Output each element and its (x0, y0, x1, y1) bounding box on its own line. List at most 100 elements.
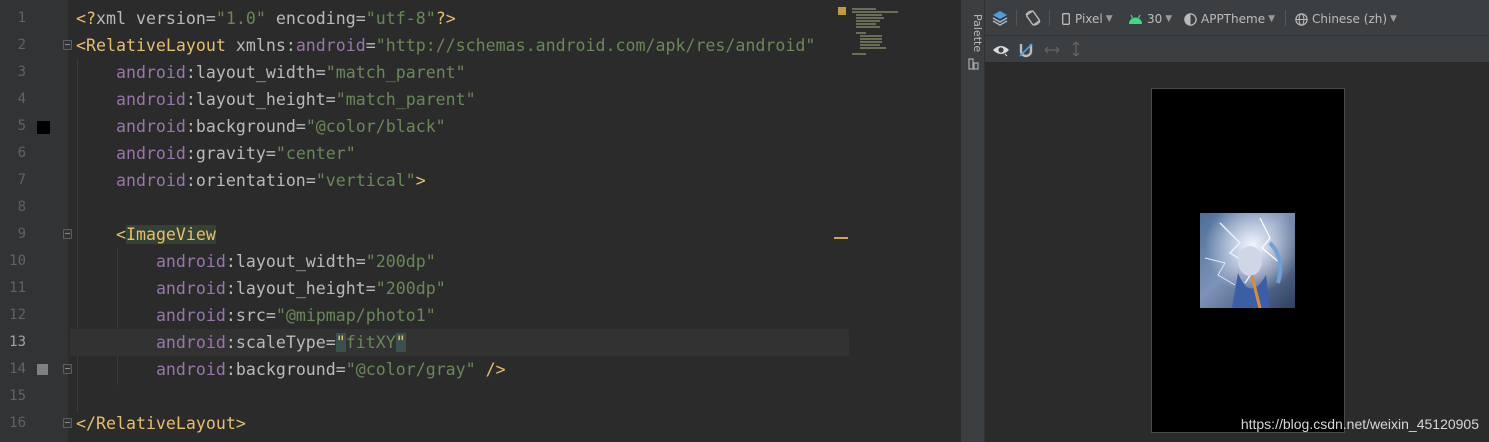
gutter-line: 16 (0, 410, 72, 437)
code-token: background (195, 117, 296, 136)
code-line[interactable]: </RelativeLayout> (76, 410, 850, 437)
scrollbar-warning-marker[interactable] (834, 237, 848, 239)
code-token: ?> (435, 9, 456, 28)
minimap-line (852, 11, 898, 13)
minimap-line (856, 26, 880, 28)
palette-tab-label: Palette (971, 14, 984, 53)
layout-design-panel: Pixel ▼ 30 ▼ APPTheme ▼ Chinese (zh) ▼ h… (985, 0, 1489, 442)
gutter-line: 9 (0, 221, 72, 248)
code-line[interactable]: android:layout_width="200dp" (76, 248, 850, 275)
theme-label: APPTheme (1201, 12, 1266, 26)
code-token: "200dp" (365, 252, 436, 271)
code-token: layout_width (235, 252, 356, 271)
inspection-status-icon[interactable] (838, 7, 846, 15)
horizontal-arrows-icon[interactable] (1044, 41, 1060, 59)
code-token: android (115, 117, 186, 136)
minimap-line (860, 44, 880, 46)
locale-selector[interactable]: Chinese (zh) ▼ (1295, 10, 1397, 28)
code-token: : (285, 36, 296, 55)
code-token: version (135, 9, 206, 28)
rotate-icon[interactable] (1024, 9, 1042, 27)
palette-tool-window-strip: Palette (960, 0, 985, 442)
color-swatch-black-icon[interactable] (37, 121, 50, 134)
code-token: android (115, 171, 186, 190)
fold-toggle-icon[interactable] (63, 40, 72, 50)
code-line[interactable]: <ImageView (76, 221, 850, 248)
code-line[interactable]: android:orientation="vertical"> (76, 167, 850, 194)
line-number: 13 (9, 334, 26, 350)
code-token: = (325, 333, 336, 352)
code-line[interactable]: android:layout_height="200dp" (76, 275, 850, 302)
gutter-line: 6 (0, 140, 68, 167)
minimap-line (852, 53, 866, 55)
code-editor[interactable]: 1 2 3 4 5 6 7 8 9 10 11 12 13 14 15 16 <… (0, 0, 960, 442)
code-token: = (305, 171, 316, 190)
code-token: "200dp" (375, 279, 446, 298)
code-token: : (185, 117, 196, 136)
gutter-line: 3 (0, 59, 68, 86)
phone-icon (1062, 13, 1070, 25)
gutter-line: 15 (0, 383, 68, 410)
code-token: xmlns (235, 36, 286, 55)
line-number: 4 (17, 91, 26, 107)
code-line[interactable]: android:layout_height="match_parent" (76, 86, 850, 113)
api-level-selector[interactable]: 30 ▼ (1128, 10, 1172, 28)
code-token: : (185, 90, 196, 109)
code-token: android (115, 63, 186, 82)
vertical-arrows-icon[interactable] (1071, 40, 1081, 58)
code-token: : (225, 279, 236, 298)
toolbar-separator (1049, 10, 1050, 26)
code-line-current[interactable]: android:scaleType="fitXY" (70, 329, 849, 356)
code-token: android (155, 252, 226, 271)
design-canvas[interactable]: https://blog.csdn.net/weixin_45120905 (985, 63, 1489, 442)
code-token: android (295, 36, 366, 55)
image-view-preview[interactable] (1200, 213, 1295, 308)
fold-toggle-icon[interactable] (63, 418, 72, 428)
fold-toggle-icon[interactable] (63, 229, 72, 239)
code-token: fitXY (345, 333, 396, 352)
theme-selector[interactable]: APPTheme ▼ (1184, 10, 1275, 28)
toolbar-separator (1016, 10, 1017, 26)
code-token: layout_width (195, 63, 316, 82)
code-line[interactable]: android:layout_width="match_parent" (76, 59, 850, 86)
code-token: : (185, 171, 196, 190)
code-token: : (225, 306, 236, 325)
code-token: src (235, 306, 266, 325)
code-token: android (155, 333, 226, 352)
chevron-down-icon: ▼ (1268, 14, 1275, 24)
code-token: "vertical" (315, 171, 416, 190)
code-token: </RelativeLayout> (76, 414, 246, 433)
code-token: = (325, 90, 336, 109)
line-number: 15 (9, 388, 26, 404)
magnet-icon[interactable] (1018, 41, 1034, 59)
watermark-text: https://blog.csdn.net/weixin_45120905 (1240, 416, 1479, 432)
code-line[interactable]: <RelativeLayout xmlns:android="http://sc… (76, 32, 850, 59)
line-number: 10 (9, 253, 26, 269)
android-icon (1129, 14, 1142, 24)
gutter-line: 4 (0, 86, 68, 113)
code-token: "center" (275, 144, 356, 163)
line-number: 12 (9, 307, 26, 323)
fold-toggle-icon[interactable] (63, 364, 72, 374)
minimap-line (856, 23, 876, 25)
code-line[interactable]: android:background="@color/gray" /> (76, 356, 850, 383)
device-preview[interactable] (1151, 88, 1345, 433)
color-swatch-gray-icon[interactable] (37, 364, 48, 375)
code-token: xml (95, 9, 136, 28)
code-line[interactable]: android:gravity="center" (76, 140, 850, 167)
minimap-line (860, 35, 882, 37)
gutter-line: 11 (0, 275, 68, 302)
code-line[interactable]: android:src="@mipmap/photo1" (76, 302, 850, 329)
device-selector[interactable]: Pixel ▼ (1062, 10, 1113, 28)
code-token: : (185, 63, 196, 82)
code-line[interactable]: android:background="@color/black" (76, 113, 850, 140)
eye-icon[interactable] (992, 41, 1010, 59)
gutter-line: 5 (0, 113, 68, 140)
code-minimap[interactable] (848, 6, 908, 58)
chevron-down-icon: ▼ (1165, 14, 1173, 24)
code-line[interactable]: <?xml version="1.0" encoding="utf-8"?> (76, 5, 850, 32)
code-token: /> (475, 360, 506, 379)
palette-icon[interactable] (968, 58, 979, 70)
minimap-line (856, 17, 884, 19)
layers-icon[interactable] (991, 9, 1009, 27)
